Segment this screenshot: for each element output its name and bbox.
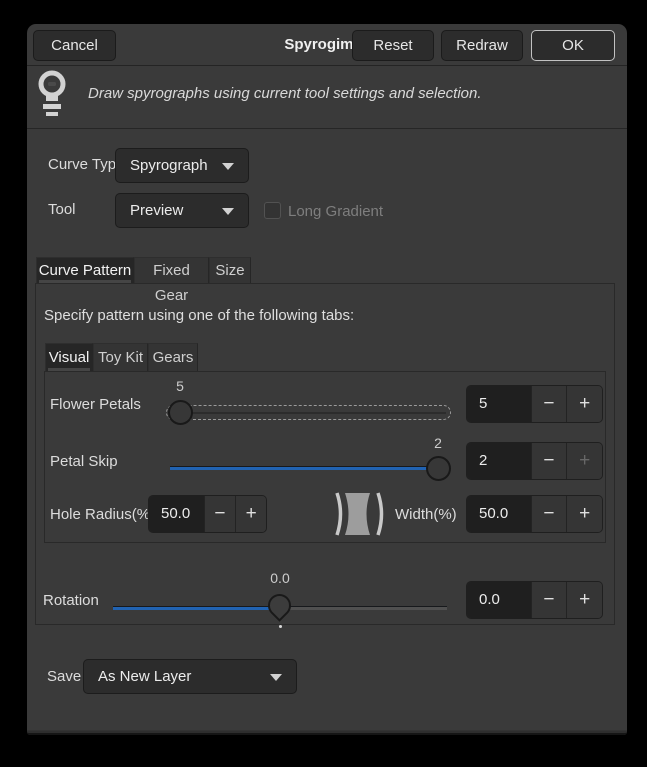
petal-skip-increment-button: + <box>566 443 602 479</box>
flower-petals-input[interactable]: 5 <box>467 386 531 422</box>
pattern-hint-text: Specify pattern using one of the followi… <box>44 307 354 324</box>
flower-petals-slider-handle[interactable] <box>168 400 193 425</box>
ok-button[interactable]: OK <box>531 30 615 61</box>
chevron-down-icon <box>222 208 234 215</box>
flower-petals-label: Flower Petals <box>50 396 141 413</box>
hole-radius-input[interactable]: 50.0 <box>149 496 204 532</box>
width-spinbox: 50.0 − + <box>466 495 603 533</box>
redraw-button[interactable]: Redraw <box>441 30 523 61</box>
reset-button[interactable]: Reset <box>352 30 434 61</box>
curve-type-value: Spyrograph <box>130 149 208 182</box>
cancel-button[interactable]: Cancel <box>33 30 116 61</box>
petal-skip-input[interactable]: 2 <box>467 443 531 479</box>
rotation-spinbox: 0.0 − + <box>466 581 603 619</box>
tab-visual[interactable]: Visual <box>45 343 93 371</box>
headerbar: Cancel Spyrogimp Reset Redraw OK <box>27 24 627 66</box>
hole-position-icon <box>333 491 387 541</box>
long-gradient-label: Long Gradient <box>288 203 383 220</box>
tab-fixed-gear[interactable]: Fixed Gear <box>134 257 209 283</box>
petal-skip-decrement-button[interactable]: − <box>531 443 567 479</box>
flower-petals-decrement-button[interactable]: − <box>531 386 567 422</box>
hole-radius-decrement-button[interactable]: − <box>204 496 236 532</box>
tool-label: Tool <box>48 201 76 218</box>
tab-size[interactable]: Size <box>209 257 251 283</box>
lightbulb-icon <box>35 69 69 123</box>
rotation-slider-value: 0.0 <box>250 570 310 586</box>
flower-petals-spinbox: 5 − + <box>466 385 603 423</box>
save-dropdown[interactable]: As New Layer <box>83 659 297 694</box>
rotation-zero-mark <box>279 625 282 628</box>
inner-tab-bar: Visual Toy Kit Gears <box>44 343 606 371</box>
tab-curve-pattern[interactable]: Curve Pattern <box>36 257 134 283</box>
hole-radius-label: Hole Radius(%) <box>50 506 155 523</box>
save-label: Save <box>47 668 81 685</box>
chevron-down-icon <box>270 674 282 681</box>
flower-petals-slider-value: 5 <box>150 378 210 394</box>
tab-toy-kit[interactable]: Toy Kit <box>93 343 148 371</box>
rotation-label: Rotation <box>43 592 99 609</box>
spyrogimp-dialog: Cancel Spyrogimp Reset Redraw OK Draw sp… <box>27 24 627 735</box>
tool-value: Preview <box>130 194 183 227</box>
flower-petals-increment-button[interactable]: + <box>566 386 602 422</box>
description-text: Draw spyrographs using current tool sett… <box>88 66 482 122</box>
rotation-decrement-button[interactable]: − <box>531 582 567 618</box>
outer-tab-bar: Curve Pattern Fixed Gear Size <box>35 257 615 283</box>
tool-dropdown[interactable]: Preview <box>115 193 249 228</box>
screen-background: Cancel Spyrogimp Reset Redraw OK Draw sp… <box>0 0 647 767</box>
width-increment-button[interactable]: + <box>566 496 602 532</box>
petal-skip-slider-handle[interactable] <box>426 456 451 481</box>
slider-track <box>171 412 446 414</box>
save-value: As New Layer <box>98 660 191 693</box>
width-input[interactable]: 50.0 <box>467 496 531 532</box>
description-strip: Draw spyrographs using current tool sett… <box>27 66 627 129</box>
width-label: Width(%) <box>395 506 457 523</box>
width-decrement-button[interactable]: − <box>531 496 567 532</box>
petal-skip-slider-value: 2 <box>408 435 468 451</box>
flower-petals-slider[interactable] <box>166 405 451 420</box>
petal-skip-slider[interactable] <box>170 466 447 470</box>
curve-type-dropdown[interactable]: Spyrograph <box>115 148 249 183</box>
petal-skip-label: Petal Skip <box>50 453 118 470</box>
hole-radius-increment-button[interactable]: + <box>235 496 266 532</box>
dialog-bottom-edge <box>27 730 627 735</box>
tab-gears[interactable]: Gears <box>148 343 198 371</box>
rotation-increment-button[interactable]: + <box>566 582 602 618</box>
long-gradient-checkbox <box>264 202 281 219</box>
chevron-down-icon <box>222 163 234 170</box>
hole-radius-spinbox: 50.0 − + <box>148 495 267 533</box>
rotation-input[interactable]: 0.0 <box>467 582 531 618</box>
curve-type-label: Curve Type <box>48 156 124 173</box>
petal-skip-spinbox: 2 − + <box>466 442 603 480</box>
